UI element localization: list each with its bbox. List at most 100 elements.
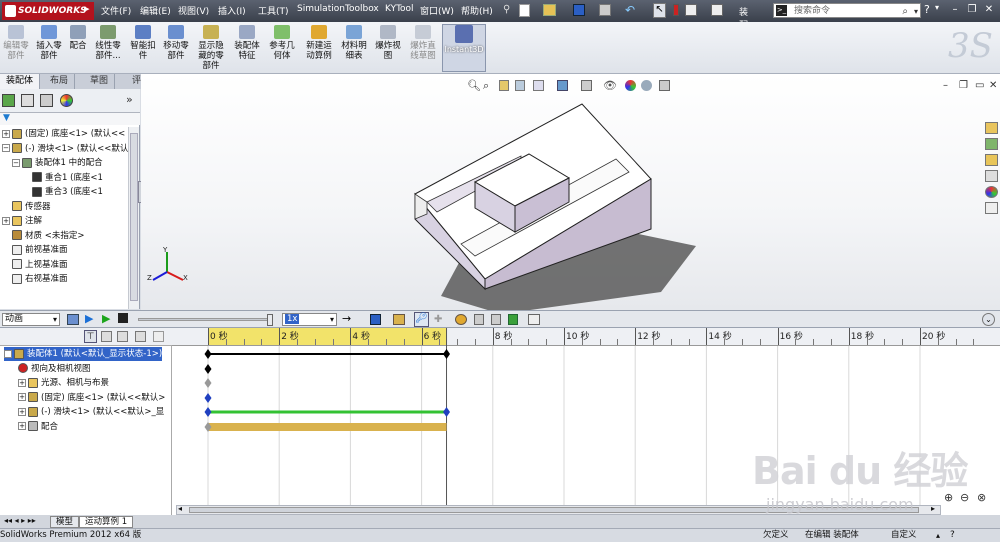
collapse-motion-icon[interactable]: ⌄ bbox=[982, 313, 995, 326]
save-icon[interactable] bbox=[573, 4, 585, 16]
stop-icon[interactable] bbox=[118, 313, 128, 323]
menu-item[interactable]: 视图(V) bbox=[178, 4, 209, 17]
options-icon[interactable] bbox=[711, 4, 723, 16]
custom-properties-icon[interactable] bbox=[985, 202, 998, 214]
ribbon-button[interactable]: 显示隐 藏的零 部件 bbox=[193, 25, 229, 71]
playback-mode-icon[interactable]: → bbox=[342, 312, 351, 325]
tree-item[interactable]: 右视基准面 bbox=[2, 272, 68, 286]
close-icon[interactable]: ✕ bbox=[982, 3, 996, 17]
expand-toggle-icon[interactable]: + bbox=[18, 407, 26, 416]
tree-item[interactable]: + 注解 bbox=[2, 214, 42, 228]
keyframe-point[interactable] bbox=[204, 407, 212, 417]
file-props-icon[interactable] bbox=[685, 4, 697, 16]
expand-toggle-icon[interactable]: − bbox=[2, 144, 10, 152]
tree-item[interactable]: − 装配体1 中的配合 bbox=[12, 156, 103, 170]
select-arrow-icon[interactable]: ↖ bbox=[653, 3, 666, 18]
view-palette-icon[interactable] bbox=[985, 170, 998, 182]
document-tab[interactable]: 模型 bbox=[50, 516, 80, 528]
graphics-area[interactable]: 🔍︎ ⌕ 👁︎ – ❐ ▭ ✕ Y X Z bbox=[141, 74, 1000, 310]
expand-toggle-icon[interactable]: + bbox=[18, 422, 26, 430]
pin-icon[interactable]: ⚲ bbox=[503, 4, 513, 17]
spring-icon[interactable] bbox=[474, 314, 484, 325]
app-logo[interactable]: SOLIDWORKS bbox=[2, 2, 94, 20]
motion-tree-item[interactable]: 视向及相机视图 bbox=[18, 362, 91, 376]
display-manager-tab-icon[interactable] bbox=[60, 94, 73, 107]
tree-item[interactable]: − (-) 滑块<1> (默认<<默认 bbox=[2, 142, 128, 156]
tree-item[interactable]: + (固定) 底座<1> (默认<< bbox=[2, 127, 125, 141]
config-manager-tab-icon[interactable] bbox=[40, 94, 53, 107]
menu-item[interactable]: 窗口(W) bbox=[420, 4, 454, 17]
assembly-model[interactable] bbox=[141, 74, 1000, 310]
keyframe-point[interactable] bbox=[204, 378, 212, 388]
keyframe-point[interactable] bbox=[204, 393, 212, 403]
motion-tree-item[interactable]: − 装配体1 (默认<默认_显示状态-1>) bbox=[4, 347, 163, 361]
mates-bar[interactable] bbox=[208, 423, 447, 431]
menu-item[interactable]: KYTool bbox=[385, 4, 414, 14]
ribbon-button[interactable]: 移动零 部件 bbox=[160, 25, 192, 71]
expand-panel-icon[interactable]: » bbox=[126, 93, 133, 106]
search-icon[interactable]: ⌕ bbox=[902, 4, 908, 19]
search-command-input[interactable]: >_ 搜索命令 ⌕ ▾ bbox=[773, 3, 921, 18]
expand-toggle-icon[interactable]: + bbox=[2, 216, 10, 225]
tree-item[interactable]: 重合3 (底座<1 bbox=[22, 185, 103, 199]
expand-toggle-icon[interactable]: − bbox=[4, 349, 12, 358]
menu-item[interactable]: 帮助(H) bbox=[461, 4, 493, 17]
chevron-down-icon[interactable]: ▾ bbox=[914, 4, 918, 19]
minimize-icon[interactable]: – bbox=[948, 3, 962, 17]
print-icon[interactable] bbox=[599, 4, 611, 16]
calculate-icon[interactable] bbox=[67, 314, 79, 325]
units-selector[interactable]: 自定义 bbox=[891, 529, 917, 542]
file-explorer-icon[interactable] bbox=[985, 154, 998, 166]
timeline-slider[interactable] bbox=[138, 314, 273, 326]
motion-tree-item[interactable]: + 光源、相机与布景 bbox=[18, 376, 109, 390]
ribbon-button[interactable]: 装配体 特征 bbox=[231, 25, 263, 71]
design-library-icon[interactable] bbox=[985, 138, 998, 150]
play-icon[interactable]: ▶ bbox=[102, 312, 110, 325]
ribbon-button[interactable]: 爆炸直 线草图 bbox=[406, 25, 440, 71]
menu-item[interactable]: Toolbox bbox=[345, 4, 379, 14]
autokey-icon[interactable]: 🔑︎ bbox=[414, 312, 429, 327]
keyframe-point[interactable] bbox=[204, 349, 212, 359]
slider-thumb[interactable] bbox=[267, 314, 273, 326]
motion-tree-item[interactable]: + 配合 bbox=[18, 420, 58, 434]
tree-item[interactable]: 重合1 (底座<1 bbox=[22, 171, 103, 185]
tree-item[interactable]: 上视基准面 bbox=[2, 258, 68, 272]
document-tab[interactable]: 运动算例 1 bbox=[79, 516, 134, 528]
ribbon-button[interactable]: 插入零 部件 bbox=[33, 25, 65, 71]
animation-wizard-icon[interactable] bbox=[393, 314, 405, 325]
expand-toggle-icon[interactable]: + bbox=[18, 393, 26, 401]
keyframe-point[interactable] bbox=[204, 364, 212, 374]
chevron-down-icon[interactable]: ▴ bbox=[936, 529, 940, 542]
menu-item[interactable]: 编辑(E) bbox=[140, 4, 171, 17]
ribbon-button[interactable]: 配合 bbox=[67, 25, 89, 71]
tree-item[interactable]: 材质 <未指定> bbox=[2, 229, 84, 243]
contact-icon[interactable] bbox=[491, 314, 501, 325]
scroll-left-icon[interactable]: ◂ bbox=[178, 504, 182, 513]
keyframe-point[interactable] bbox=[443, 349, 451, 359]
filter-driving-icon[interactable] bbox=[101, 331, 112, 342]
menu-item[interactable]: 插入(I) bbox=[218, 4, 246, 17]
tab-command[interactable]: 草图 bbox=[84, 74, 116, 89]
menu-item[interactable]: 文件(F) bbox=[101, 4, 131, 17]
help-icon[interactable]: ? bbox=[924, 3, 930, 16]
study-type-select[interactable]: 动画 ▾ bbox=[2, 313, 60, 326]
rebuild-icon[interactable] bbox=[673, 4, 679, 16]
solidworks-resources-icon[interactable] bbox=[985, 122, 998, 134]
filter-results-icon[interactable] bbox=[135, 331, 146, 342]
new-doc-icon[interactable] bbox=[519, 4, 530, 17]
ribbon-button[interactable]: 材料明 细表 bbox=[338, 25, 370, 71]
filter-icon[interactable]: ▼ bbox=[3, 113, 10, 123]
autosort-icon[interactable] bbox=[153, 331, 164, 342]
ribbon-button[interactable]: 编辑零 部件 bbox=[1, 25, 31, 71]
logo-arrow-icon[interactable]: ▸ bbox=[84, 2, 90, 15]
save-animation-icon[interactable] bbox=[370, 314, 381, 325]
tree-item[interactable]: 传感器 bbox=[2, 200, 51, 214]
tab-command[interactable]: 布局 bbox=[44, 74, 76, 89]
tab-nav-icon[interactable]: ◂◂ ◂ ▸ ▸▸ bbox=[4, 516, 36, 525]
help-dropdown-icon[interactable]: ▾ bbox=[935, 3, 939, 12]
help-status-icon[interactable]: ? bbox=[950, 529, 955, 542]
expand-toggle-icon[interactable]: − bbox=[12, 158, 20, 167]
undo-icon[interactable]: ↶ bbox=[625, 3, 639, 17]
menu-item[interactable]: 工具(T) bbox=[258, 4, 289, 17]
property-manager-tab-icon[interactable] bbox=[21, 94, 34, 107]
